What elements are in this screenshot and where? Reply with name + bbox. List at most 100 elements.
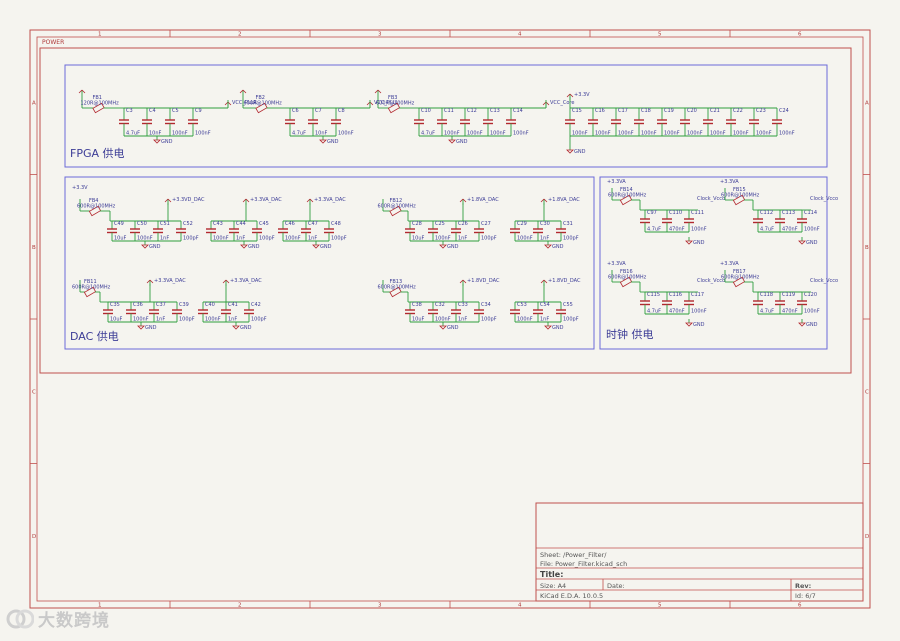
capacitor: C52 100pF <box>176 221 199 242</box>
capacitor: C117 100nF <box>684 292 707 315</box>
bead-value: 600R@100MHz <box>608 193 647 199</box>
tb-tool: KiCad E.D.A. 10.0.5 <box>540 592 603 600</box>
cap-ref: C41 <box>228 302 238 308</box>
cap-value: 100nF <box>641 131 657 137</box>
cap-value: 4.7uF <box>126 131 140 137</box>
capacitor: C47 1nF <box>301 221 318 242</box>
capacitor: C18 100nF <box>634 108 657 137</box>
bead-value: 120R@100MHz <box>81 101 120 107</box>
cap-value: 1nF <box>540 317 549 323</box>
gnd-triangle <box>232 325 240 330</box>
gnd-label: GND <box>149 244 161 250</box>
capacitor: C36 100nF <box>126 302 149 323</box>
schematic-canvas: 112233445566A AB BC CD D POWER FPGA 供电 DAC 供… <box>29 29 871 609</box>
cap-ref: C33 <box>458 302 468 308</box>
power-label: +1.8VD_DAC <box>548 278 581 284</box>
gnd-symbol: GND <box>319 136 339 145</box>
cap-ref: C38 <box>412 302 422 308</box>
cap-ref: C37 <box>156 302 166 308</box>
cap-value: 10nF <box>149 131 162 137</box>
clock-block: +3.3VAFB16600R@100MHzC1154.7uFC116470nFC… <box>607 261 725 328</box>
gnd-triangle <box>685 322 693 327</box>
cap-bank: C10 4.7uF C11 100nF C12 100nF C13 100nF C14 100nF <box>414 107 529 137</box>
cap-ref: C115 <box>647 292 660 298</box>
cap-value: 100nF <box>285 236 301 242</box>
cap-value: 1nF <box>458 236 467 242</box>
clock-input-label: +3.3VA <box>607 261 626 267</box>
cap-value: 470nF <box>669 227 685 233</box>
cap-value: 1nF <box>458 317 467 323</box>
gnd-symbol: GND <box>232 322 252 331</box>
capacitor: C54 1nF <box>533 302 550 323</box>
cap-ref: C23 <box>756 108 766 114</box>
tb-rev: Rev: <box>795 582 811 590</box>
bead-value: 600R@100MHz <box>77 204 116 210</box>
cap-value: 10uF <box>114 236 127 242</box>
col-label-bottom: 4 <box>518 603 522 609</box>
row-label-right: C <box>865 389 869 395</box>
cap-value: 100pF <box>563 317 579 323</box>
dac-cap-group: C49 10uF C50 100nF C51 1nF C52 100pF +3.3VD_DAC G… <box>107 197 205 250</box>
cap-ref: C4 <box>149 108 156 114</box>
cap-ref: C50 <box>137 221 147 227</box>
cap-bank: C46 100nF C47 1nF C48 100pF <box>278 220 347 242</box>
gnd-label: GND <box>806 322 818 328</box>
capacitor: C4 10nF <box>142 108 162 137</box>
cap-value: 100nF <box>687 131 703 137</box>
cap-ref: C25 <box>435 221 445 227</box>
cap-value: 100nF <box>595 131 611 137</box>
dac-block: FB4600R@100MHzC4910uFC50100nFC511nFC5210… <box>77 197 347 250</box>
dac-block: FB12600R@100MHzC2810uFC25100nFC261nFC271… <box>378 197 581 250</box>
cap-bank: C40 100nF C41 1nF C42 100pF <box>198 301 267 323</box>
capacitor: C15 100nF <box>565 108 588 137</box>
cap-ref: C120 <box>804 292 817 298</box>
ferrite-bead: FB11600R@100MHz <box>72 279 111 298</box>
cap-ref: C6 <box>292 108 299 114</box>
cap-ref: C17 <box>618 108 628 114</box>
fpga-rail: +3.3VC15100nFC16100nFC17100nFC18100nFC19… <box>565 92 795 155</box>
capacitor: C28 10uF <box>405 221 425 242</box>
tb-date: Date: <box>607 582 625 590</box>
row-label-left: A <box>32 100 36 106</box>
capacitor: C37 1nF <box>149 302 166 323</box>
capacitor: C20 100nF <box>680 108 703 137</box>
cap-value: 1nF <box>308 236 317 242</box>
capacitor: C97 4.7uF <box>640 210 661 233</box>
cap-ref: C46 <box>285 221 295 227</box>
cap-ref: C15 <box>572 108 582 114</box>
capacitor: C34 100pF <box>474 302 497 323</box>
cap-value: 470nF <box>669 309 685 315</box>
col-label-top: 1 <box>98 32 102 38</box>
capacitor: C17 100nF <box>611 108 634 137</box>
gnd-triangle <box>685 240 693 245</box>
power-arrow <box>462 279 467 284</box>
cap-value: 4.7uF <box>647 309 661 315</box>
power-port: +3.3VA_DAC <box>306 197 346 205</box>
cap-value: 100pF <box>481 236 497 242</box>
gnd-triangle <box>544 325 552 330</box>
cap-ref: C44 <box>236 221 246 227</box>
cap-ref: C47 <box>308 221 318 227</box>
gnd-symbol: GND <box>137 322 157 331</box>
cap-ref: C10 <box>421 108 431 114</box>
ferrite-bead: FB14600R@100MHz <box>608 187 647 206</box>
clock-block: +3.3VAFB14600R@100MHzC974.7uFC110470nFC1… <box>607 179 725 246</box>
gnd-symbol: GND <box>798 319 818 328</box>
gnd-label: GND <box>320 244 332 250</box>
cap-value: 100nF <box>804 309 820 315</box>
power-label: VCC_Core <box>550 100 574 106</box>
power-arrow <box>377 89 382 94</box>
cap-ref: C52 <box>183 221 193 227</box>
power-label: +3.3VA_DAC <box>314 197 346 203</box>
gnd-symbol: GND <box>566 146 586 155</box>
clock-input-label: +3.3VA <box>720 261 739 267</box>
gnd-triangle <box>240 244 248 249</box>
cap-value: 100pF <box>563 236 579 242</box>
power-port: +1.8VA_DAC <box>459 197 499 205</box>
bead-value: 600R@100MHz <box>378 285 417 291</box>
cap-value: 100nF <box>195 131 211 137</box>
cap-bank: C43 100nF C44 1nF C45 100pF <box>206 220 275 242</box>
cap-value: 100nF <box>756 131 772 137</box>
gnd-triangle <box>141 244 149 249</box>
cap-ref: C53 <box>517 302 527 308</box>
